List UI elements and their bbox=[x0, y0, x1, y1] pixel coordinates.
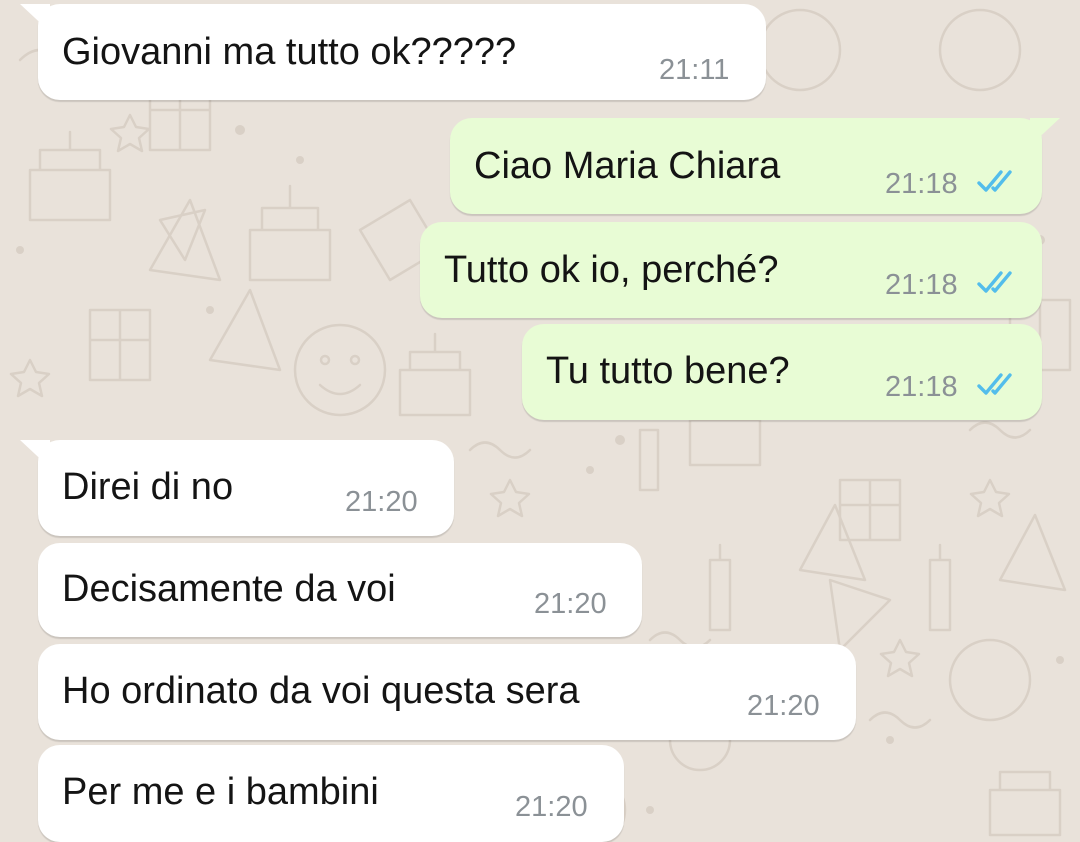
double-check-read-icon bbox=[977, 170, 1012, 192]
double-check-read-icon bbox=[977, 373, 1012, 395]
message-text: Direi di no bbox=[62, 466, 234, 508]
message-text: Per me e i bambini bbox=[62, 771, 379, 813]
incoming-message[interactable]: Per me e i bambini 21:20 bbox=[38, 745, 624, 842]
double-check-read-icon bbox=[977, 271, 1012, 293]
message-time: 21:20 bbox=[345, 486, 418, 518]
message-time: 21:20 bbox=[515, 791, 588, 823]
message-text: Decisamente da voi bbox=[62, 568, 396, 610]
incoming-message[interactable]: Giovanni ma tutto ok????? 21:11 bbox=[38, 4, 766, 100]
message-text: Ho ordinato da voi questa sera bbox=[62, 670, 580, 712]
outgoing-message[interactable]: Ciao Maria Chiara 21:18 bbox=[450, 118, 1042, 214]
message-text: Ciao Maria Chiara bbox=[474, 145, 781, 187]
message-text: Giovanni ma tutto ok????? bbox=[62, 31, 517, 73]
incoming-message[interactable]: Ho ordinato da voi questa sera 21:20 bbox=[38, 644, 856, 740]
message-time: 21:18 bbox=[885, 269, 958, 301]
message-text: Tu tutto bene? bbox=[546, 350, 790, 392]
incoming-message[interactable]: Decisamente da voi 21:20 bbox=[38, 543, 642, 637]
message-time: 21:18 bbox=[885, 371, 958, 403]
outgoing-message[interactable]: Tutto ok io, perché? 21:18 bbox=[420, 222, 1042, 318]
message-time: 21:20 bbox=[534, 588, 607, 620]
message-text: Tutto ok io, perché? bbox=[444, 249, 779, 291]
outgoing-message[interactable]: Tu tutto bene? 21:18 bbox=[522, 324, 1042, 420]
message-time: 21:18 bbox=[885, 168, 958, 200]
message-time: 21:11 bbox=[659, 54, 730, 86]
incoming-message[interactable]: Direi di no 21:20 bbox=[38, 440, 454, 536]
message-time: 21:20 bbox=[747, 690, 820, 722]
